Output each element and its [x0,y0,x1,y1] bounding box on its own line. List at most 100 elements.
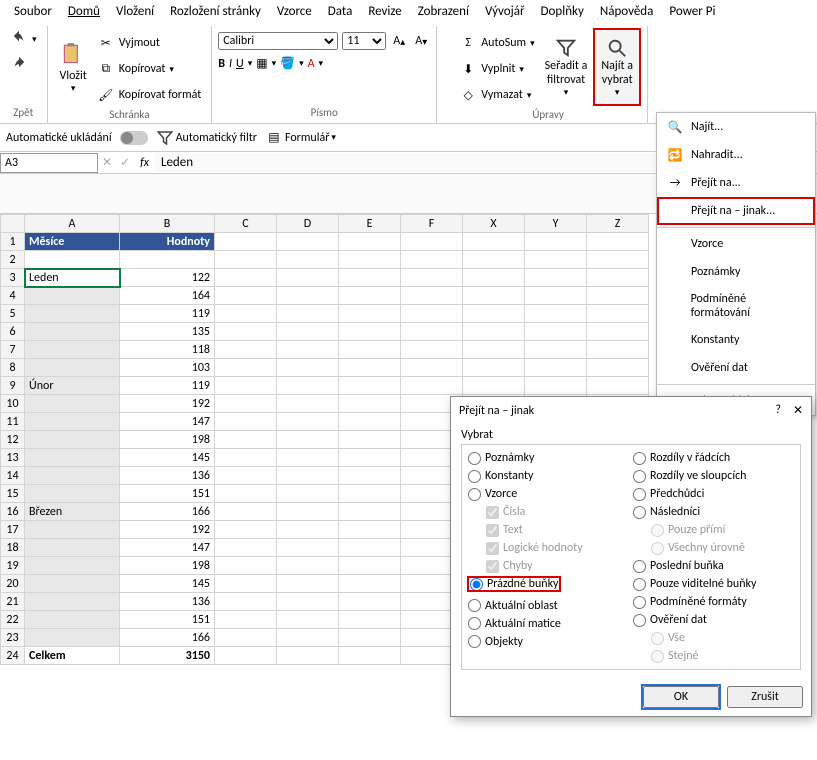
cancel-formula-icon[interactable]: ✕ [98,155,116,170]
menu-comments[interactable]: Poznámky [657,258,815,286]
find-select-button[interactable]: Najít a vybrat▾ [593,28,641,106]
opt-data-val[interactable]: Ověření dat [633,613,794,627]
opt-precedents[interactable]: Předchůdci [633,487,794,501]
dialog-help-icon[interactable]: ? [775,403,781,418]
col-header-D[interactable]: D [277,215,339,233]
font-name-select[interactable]: Calibri [218,32,338,50]
format-painter-button[interactable]: 🖌Kopírovat formát [93,84,205,106]
menu-vzorce[interactable]: Vzorce [269,2,320,21]
menu-vlozeni[interactable]: Vložení [108,2,162,21]
opt-same[interactable]: Stejné [633,649,794,663]
menu-vyvojar[interactable]: Vývojář [477,2,533,21]
opt-last-cell[interactable]: Poslední buňka [633,559,794,573]
opt-dependents[interactable]: Následníci [633,505,794,519]
opt-all-levels[interactable]: Všechny úrovně [633,541,794,555]
opt-current-region[interactable]: Aktuální oblast [468,599,629,613]
opt-comments[interactable]: Poznámky [468,451,629,465]
table-head-b[interactable]: Hodnoty [120,233,215,251]
increase-font-icon[interactable]: A▴ [390,32,408,50]
scissors-icon: ✂ [97,34,115,52]
menu-powerpi[interactable]: Power Pi [661,2,723,21]
clear-button[interactable]: ◇Vymazat▾ [455,84,538,106]
menu-domu[interactable]: Domů [60,2,108,21]
copy-button[interactable]: ⧉Kopírovat▾ [93,58,205,80]
opt-numbers[interactable]: Čísla [468,505,629,519]
fill-button[interactable]: ⬇Vyplnit▾ [455,58,538,80]
decrease-font-icon[interactable]: A▾ [412,32,430,50]
opt-constants[interactable]: Konstanty [468,469,629,483]
menu-revize[interactable]: Revize [360,2,409,21]
opt-errors[interactable]: Chyby [468,559,629,573]
opt-objects[interactable]: Objekty [468,635,629,649]
menu-cond-fmt[interactable]: Podmíněné formátování [657,286,815,326]
col-header-C[interactable]: C [215,215,277,233]
accept-formula-icon[interactable]: ✓ [116,155,134,170]
menu-napoveda[interactable]: Nápověda [592,2,662,21]
menu-replace[interactable]: 🔁Nahradit... [657,141,815,169]
dialog-title: Přejít na – jinak [459,404,534,418]
cell[interactable]: 122 [120,269,215,287]
name-box[interactable] [0,153,98,173]
col-header-Y[interactable]: Y [525,215,587,233]
menu-doplnky[interactable]: Doplňky [533,2,592,21]
col-header-A[interactable]: A [25,215,120,233]
opt-visible[interactable]: Pouze viditelné buňky [633,577,794,591]
cut-button[interactable]: ✂Vyjmout [93,32,205,54]
fill-color-button[interactable]: 🪣 [280,56,295,71]
select-all-corner[interactable] [1,215,25,233]
row-header[interactable]: 1 [1,233,25,251]
col-header-F[interactable]: F [401,215,463,233]
col-header-B[interactable]: B [120,215,215,233]
opt-cond-fmts[interactable]: Podmíněné formáty [633,595,794,609]
cancel-button[interactable]: Zrušit [727,686,803,708]
opt-current-array[interactable]: Aktuální matice [468,617,629,631]
col-header-E[interactable]: E [339,215,401,233]
italic-button[interactable]: I [229,57,232,71]
row-header[interactable]: 2 [1,251,25,269]
menu-find[interactable]: 🔍Najít... [657,113,815,141]
opt-text[interactable]: Text [468,523,629,537]
menu-soubor[interactable]: Soubor [6,2,60,21]
font-color-button[interactable]: A [308,57,315,71]
menu-formulas[interactable]: Vzorce [657,230,815,258]
border-button[interactable]: ▦ [256,56,267,71]
redo-button[interactable] [6,54,41,76]
opt-col-diff[interactable]: Rozdíly ve sloupcích [633,469,794,483]
col-header-Z[interactable]: Z [587,215,649,233]
group-label-editing: Úpravy [532,106,564,123]
filter-icon[interactable] [156,129,174,147]
menu-goto[interactable]: →Přejít na... [657,169,815,197]
ok-button[interactable]: OK [643,686,719,708]
total-label[interactable]: Celkem [25,647,120,665]
menu-zobrazeni[interactable]: Zobrazení [410,2,477,21]
total-value[interactable]: 3150 [120,647,215,665]
menu-constants[interactable]: Konstanty [657,326,815,354]
opt-all[interactable]: Vše [633,631,794,645]
paste-button[interactable]: Vložit ▾ [54,28,93,106]
opt-direct[interactable]: Pouze přímí [633,523,794,537]
autofilter-label[interactable]: Automatický filtr [176,131,257,145]
form-icon[interactable]: ▤ [265,129,283,147]
opt-logicals[interactable]: Logické hodnoty [468,541,629,555]
fx-icon[interactable]: fx [134,156,155,170]
form-label[interactable]: Formulář [285,131,329,145]
dialog-close-icon[interactable]: ✕ [793,403,803,418]
opt-blanks[interactable]: Prázdné buňky [468,577,560,591]
table-head-a[interactable]: Měsíce [25,233,120,251]
row-header[interactable]: 3 [1,269,25,287]
opt-row-diff[interactable]: Rozdíly v řádcích [633,451,794,465]
autosave-toggle[interactable] [120,131,148,145]
menu-rozlozeni[interactable]: Rozložení stránky [162,2,269,21]
cell[interactable]: Leden [25,269,120,287]
menu-goto-special[interactable]: Přejít na – jinak... [657,197,815,225]
autosum-button[interactable]: ΣAutoSum▾ [455,32,538,54]
menu-data[interactable]: Data [320,2,361,21]
opt-formulas[interactable]: Vzorce [468,487,629,501]
undo-button[interactable]: ▾ [6,28,41,50]
font-size-select[interactable]: 11 [342,32,386,50]
menu-data-val[interactable]: Ověření dat [657,354,815,382]
col-header-X[interactable]: X [463,215,525,233]
underline-button[interactable]: U [236,57,244,71]
bold-button[interactable]: B [218,57,225,71]
sort-filter-button[interactable]: Seřadit a filtrovat▾ [539,28,594,106]
